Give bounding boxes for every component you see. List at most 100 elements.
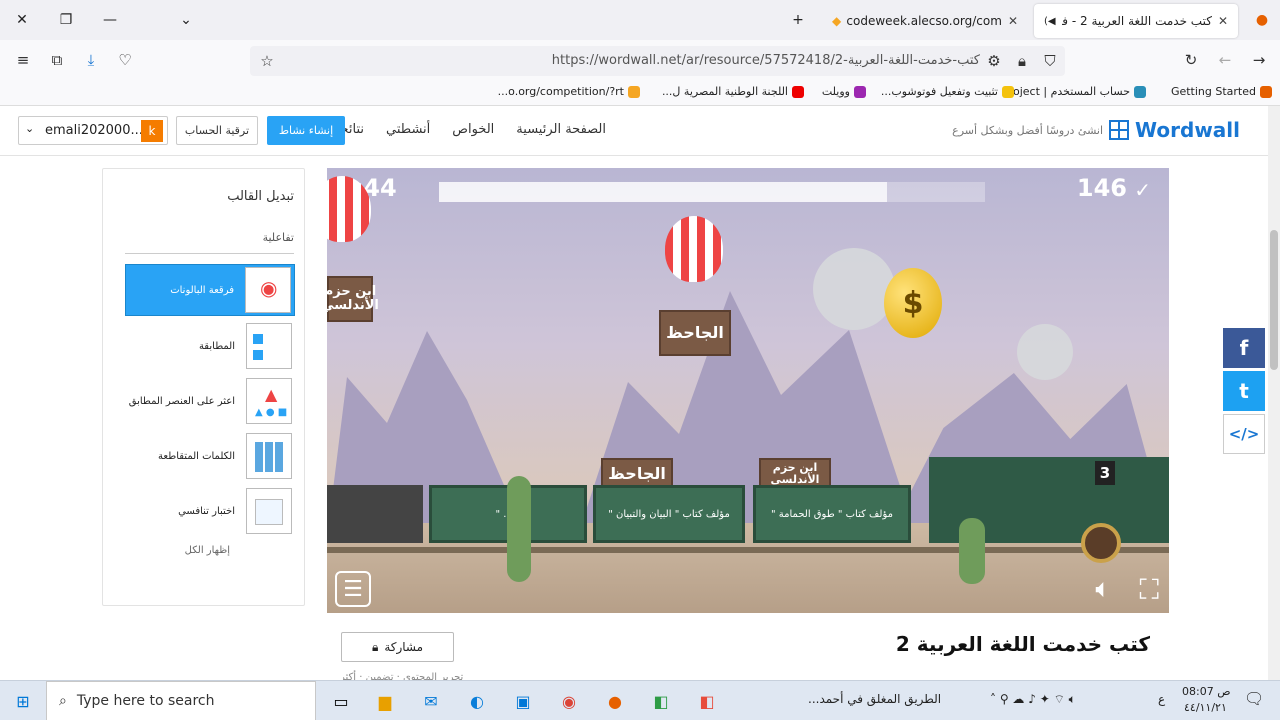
url-text: https://wordwall.net/ar/resource/5757241… — [551, 53, 980, 68]
balloon-crate[interactable]: الجاحظ — [659, 310, 731, 356]
tab-wordwall[interactable]: ✕ كتب خدمت اللغة العربية 2 - فرقمة ◀) — [1034, 4, 1238, 38]
chrome-icon[interactable]: ◉ — [554, 687, 584, 715]
show-all-link[interactable]: إظهار الكل — [185, 545, 230, 556]
minimize-window-icon[interactable]: — — [88, 0, 132, 40]
game-canvas[interactable]: 0:44 146 ✓ ابن حزم الأندلسي الجاحظ $ " .… — [327, 168, 1169, 613]
upgrade-account-button[interactable]: ترقية الحساب — [176, 116, 258, 145]
divider — [125, 253, 294, 254]
pocket-icon[interactable]: ♡ — [112, 48, 138, 72]
balloon-crate[interactable]: ابن حزم الأندلسي — [327, 276, 379, 322]
train-wheel — [1081, 523, 1121, 563]
bookmark-item[interactable]: اللجنة الوطنية المصرية ل... — [662, 85, 804, 98]
tab-arabcodeweek[interactable]: ✕ arabcodeweek.alecso.org/com ◆ — [822, 4, 1028, 38]
back-icon[interactable]: → — [1246, 48, 1272, 72]
bookmark-item[interactable]: تثبيت وتفعيل فوتوشوب... — [881, 85, 1014, 98]
mail-icon[interactable]: ✉ — [416, 687, 446, 715]
url-bar[interactable]: ☆ https://wordwall.net/ar/resource/57572… — [250, 46, 1065, 76]
news-widget[interactable]: الطريق المغلق في أحمد... — [808, 692, 941, 706]
template-quiz[interactable]: اختبار تنافسي — [125, 485, 295, 537]
language-indicator[interactable]: ع — [1158, 692, 1165, 706]
share-button[interactable]: مشاركة 🔒︎ — [341, 632, 454, 662]
tab-list-chevron-icon[interactable]: ⌄ — [164, 0, 208, 40]
cloud — [813, 248, 895, 330]
file-explorer-icon[interactable]: ▆ — [370, 687, 400, 715]
activity-meta: تحرير المحتوى · تضمين · أكثر — [340, 672, 464, 680]
extensions-icon[interactable]: ⧉ — [44, 48, 70, 72]
bookmark-item[interactable]: وويلت — [822, 85, 866, 98]
template-balloon-pop[interactable]: ◉ فرقعة البالونات — [125, 264, 295, 316]
template-crossword[interactable]: الكلمات المتقاطعة — [125, 430, 295, 482]
firefox-icon — [1260, 85, 1272, 98]
taskbar-search[interactable]: ⌕ Type here to search — [46, 681, 316, 720]
wordwall-logo-icon — [1109, 120, 1130, 140]
bookmark-item[interactable]: o.org/competition/?rt... — [498, 85, 640, 98]
nav-home[interactable]: الصفحة الرئيسية — [516, 122, 606, 137]
page-scrollbar[interactable] — [1268, 106, 1280, 680]
speaker-tab-icon[interactable]: ◀) — [1044, 16, 1056, 27]
gold-coin-balloon-icon[interactable]: $ — [884, 268, 942, 338]
site-header: Wordwall انشئ دروسًا أفضل وبشكل أسرع الص… — [0, 106, 1268, 156]
find-match-thumb-icon: ▲ ■ ● ▲ — [246, 378, 292, 424]
search-icon: ⌕ — [59, 693, 67, 709]
bookmark-item[interactable]: Getting Started — [1171, 85, 1272, 98]
bookmarks-bar: Getting Started حساب المستخدم | oject...… — [0, 80, 1280, 106]
bookmark-icon — [628, 85, 640, 98]
cactus — [959, 518, 985, 584]
permissions-icon[interactable]: ⚙ — [981, 49, 1007, 73]
create-activity-button[interactable]: إنشاء نشاط — [267, 116, 345, 145]
close-tab-icon[interactable]: ✕ — [1008, 14, 1018, 28]
panel-title: تبديل القالب — [227, 189, 294, 204]
restore-window-icon[interactable]: ❐ — [44, 0, 88, 40]
quiz-thumb-icon — [246, 488, 292, 534]
bookmark-star-icon[interactable]: ☆ — [254, 49, 280, 73]
speaker-icon[interactable]: 🔈︎ — [1095, 574, 1111, 605]
notification-icon[interactable]: 🗨︎ — [1244, 689, 1264, 708]
avatar: k — [141, 120, 163, 142]
lock-icon: 🔒︎ — [371, 639, 379, 654]
edge-icon[interactable]: ◐ — [462, 687, 492, 715]
fullscreen-icon[interactable]: ⛶ — [1139, 573, 1159, 607]
game-menu-button[interactable]: ☰ — [335, 571, 371, 607]
progress-fill — [439, 182, 887, 202]
bookmark-item[interactable]: حساب المستخدم | oject... — [1002, 85, 1146, 98]
template-match-up[interactable]: المطابقة — [125, 320, 295, 372]
bookmark-icon — [854, 85, 866, 98]
firefox-logo-icon[interactable]: ● — [1240, 0, 1280, 40]
clock-date[interactable]: ٤٤/١١/٢١ — [1184, 701, 1227, 714]
camtasia-red-icon[interactable]: ◧ — [692, 687, 722, 715]
forward-icon[interactable]: ← — [1212, 48, 1238, 72]
menu-hamburger-icon[interactable]: ≡ — [10, 48, 36, 72]
tagline: انشئ دروسًا أفضل وبشكل أسرع — [952, 124, 1103, 137]
lock-icon[interactable]: 🔒︎ — [1009, 49, 1035, 73]
balloon[interactable] — [665, 216, 723, 282]
clock-time[interactable]: 08:07 ص — [1182, 685, 1231, 698]
scroll-thumb[interactable] — [1270, 230, 1278, 370]
camtasia-green-icon[interactable]: ◧ — [646, 687, 676, 715]
shield-icon[interactable]: ⛉ — [1037, 49, 1063, 73]
youtube-icon — [792, 85, 804, 98]
reload-icon[interactable]: ↻ — [1178, 48, 1204, 72]
facebook-share-button[interactable]: f — [1223, 328, 1265, 368]
task-view-icon[interactable]: ▭ — [326, 687, 356, 715]
nav-features[interactable]: الخواص — [452, 122, 494, 137]
account-menu[interactable]: ⌄ emali202000... k — [18, 116, 168, 145]
firefox-icon[interactable]: ● — [600, 687, 630, 715]
download-icon[interactable]: ⤓ — [78, 48, 104, 72]
store-icon[interactable]: ▣ — [508, 687, 538, 715]
template-find-the-match[interactable]: ▲ ■ ● ▲ اعثر على العنصر المطابق — [125, 375, 295, 427]
new-tab-button[interactable]: + — [776, 0, 820, 40]
windows-start-icon[interactable]: ⊞ — [8, 687, 38, 715]
drive-icon — [1002, 85, 1014, 98]
tab-label: كتب خدمت اللغة العربية 2 - فرقمة — [1062, 14, 1212, 28]
close-window-icon[interactable]: ✕ — [0, 0, 44, 40]
close-tab-icon[interactable]: ✕ — [1218, 14, 1228, 28]
tray-icons[interactable]: ˄ ⚲ ☁ ♪ ✦ ⌔ 🔈︎ — [990, 692, 1076, 707]
wagon: مؤلف كتاب " طوق الحمامة " — [753, 485, 911, 543]
embed-button[interactable]: </> — [1223, 414, 1265, 454]
twitter-share-button[interactable]: t — [1223, 371, 1265, 411]
wordwall-logo[interactable]: Wordwall — [1109, 118, 1240, 142]
favicon-icon: ◆ — [832, 14, 842, 28]
crossword-thumb-icon — [246, 433, 292, 479]
rail-track — [327, 547, 1169, 553]
nav-my-activities[interactable]: أنشطتي — [386, 122, 430, 137]
